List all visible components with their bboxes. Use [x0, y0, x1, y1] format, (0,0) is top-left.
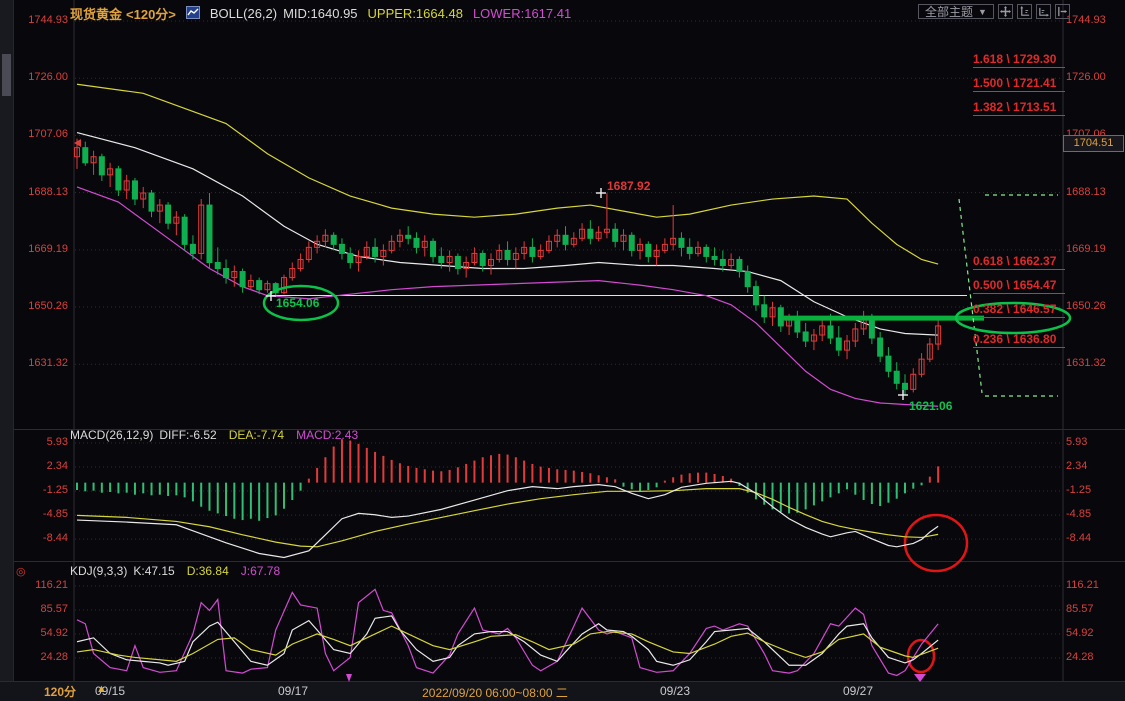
left-scrollbar-strip[interactable]	[0, 0, 14, 681]
candle-body	[99, 157, 104, 175]
candle-body	[348, 253, 353, 262]
candle-body	[439, 256, 444, 262]
candle-body	[878, 338, 883, 356]
candle-body	[588, 229, 593, 238]
pan-right-button[interactable]	[1055, 4, 1070, 19]
kdj-title: KDJ(9,3,3)	[70, 564, 127, 578]
macd-title: MACD(26,12,9)	[70, 428, 153, 442]
candle-body	[406, 235, 411, 238]
candle-body	[431, 241, 436, 256]
candle-body	[190, 244, 195, 253]
kdj-header: KDJ(9,3,3) K:47.15 D:36.84 J:67.78	[70, 564, 280, 578]
trading-terminal-window: ◎ 1744.931744.931726.001726.001707.06170…	[0, 0, 1125, 701]
candle-body	[795, 320, 800, 332]
j-value: J:67.78	[241, 564, 280, 578]
candle-body	[687, 247, 692, 253]
boll-upper-line	[77, 84, 938, 264]
chart-canvas[interactable]	[0, 0, 1125, 701]
macd-header: MACD(26,12,9) DIFF:-6.52 DEA:-7.74 MACD:…	[70, 428, 358, 442]
candle-body	[414, 238, 419, 247]
candle-body	[116, 169, 121, 190]
drawing-anchor-marker	[346, 674, 352, 682]
candle-body	[373, 247, 378, 256]
candle-body	[455, 256, 460, 268]
lower-value: LOWER:1617.41	[473, 6, 571, 21]
candle-body	[679, 238, 684, 247]
candle-body	[753, 287, 758, 305]
candle-body	[207, 205, 212, 262]
candle-body	[240, 272, 245, 287]
chevron-down-icon: ▼	[978, 7, 987, 17]
mid-value: MID:1640.95	[283, 6, 357, 21]
candle-body	[505, 250, 510, 259]
scale-horizontal-icon	[1038, 6, 1049, 17]
mini-chart-icon	[186, 6, 200, 22]
drawing-anchor-marker	[914, 674, 926, 682]
candle-body	[257, 281, 262, 290]
candle-body	[166, 205, 171, 223]
candle-body	[215, 262, 220, 268]
indicator-settings-icon[interactable]: ◎	[16, 565, 26, 578]
candle-body	[803, 332, 808, 341]
candle-body	[339, 244, 344, 253]
candle-body	[530, 247, 535, 256]
period-badge[interactable]: 120分	[44, 683, 76, 700]
chart-header: 现货黄金 <120分> BOLL(26,2) MID:1640.95 UPPER…	[70, 4, 571, 23]
candle-body	[629, 235, 634, 250]
diff-value: DIFF:-6.52	[159, 428, 216, 442]
move-tool-button[interactable]	[998, 4, 1013, 19]
scrollbar-thumb[interactable]	[2, 54, 11, 96]
up-arrow-icon[interactable]: ▲	[96, 683, 107, 695]
boll-lower-line	[77, 187, 938, 406]
dea-line	[77, 489, 938, 547]
candle-body	[894, 371, 899, 383]
d-value: D:36.84	[187, 564, 229, 578]
scale-vertical-button[interactable]	[1017, 4, 1032, 19]
scale-vertical-icon	[1019, 6, 1030, 17]
candle-body	[762, 305, 767, 317]
symbol-title: 现货黄金	[70, 4, 122, 23]
chart-toolbar: 全部主题 ▼	[918, 4, 1070, 19]
candle-body	[480, 253, 485, 265]
candle-body	[704, 247, 709, 256]
candle-body	[903, 383, 908, 389]
candle-body	[149, 193, 154, 211]
candle-body	[836, 338, 841, 350]
theme-dropdown-label: 全部主题	[925, 3, 973, 20]
pan-right-icon	[1057, 6, 1068, 17]
candle-body	[720, 259, 725, 265]
diff-line	[77, 481, 938, 557]
candle-body	[737, 259, 742, 271]
candle-body	[331, 235, 336, 244]
boll-label: BOLL(26,2)	[210, 6, 277, 21]
candle-body	[563, 235, 568, 244]
theme-dropdown[interactable]: 全部主题 ▼	[918, 4, 994, 19]
candle-body	[613, 229, 618, 241]
move-tool-icon	[1000, 6, 1011, 17]
upper-value: UPPER:1664.48	[368, 6, 463, 21]
candle-body	[646, 244, 651, 256]
candle-body	[132, 181, 137, 199]
annotation-ellipse	[264, 286, 338, 320]
candle-body	[745, 272, 750, 287]
candle-body	[828, 326, 833, 338]
candle-body	[712, 256, 717, 259]
scale-horizontal-button[interactable]	[1036, 4, 1051, 19]
candle-body	[224, 269, 229, 278]
boll-mid-line	[77, 133, 938, 336]
candle-body	[83, 148, 88, 163]
k-value: K:47.15	[133, 564, 174, 578]
candle-body	[886, 356, 891, 371]
dea-value: DEA:-7.74	[229, 428, 284, 442]
candle-body	[182, 217, 187, 244]
period-label: <120分>	[126, 4, 176, 23]
macd-value: MACD:2.43	[296, 428, 358, 442]
